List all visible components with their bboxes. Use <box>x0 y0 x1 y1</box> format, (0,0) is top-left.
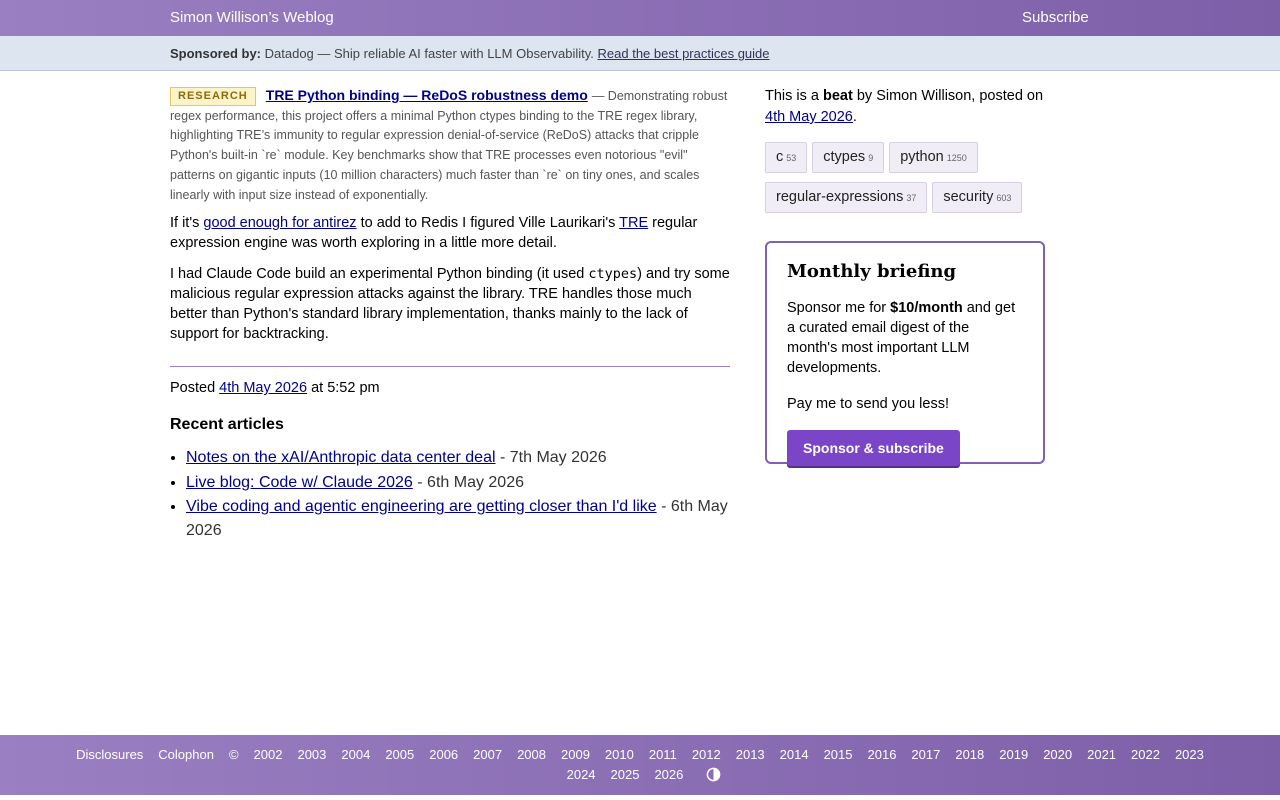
footer-link-2025[interactable]: 2025 <box>611 767 640 782</box>
site-header: Simon Willison’s Weblog Subscribe <box>0 0 1280 36</box>
ctypes-code: ctypes <box>588 266 638 283</box>
footer-link-2009[interactable]: 2009 <box>561 747 590 762</box>
list-item: Notes on the xAI/Anthropic data center d… <box>186 446 730 470</box>
tag-python[interactable]: python 1250 <box>889 142 978 173</box>
tag-list: c 53 ctypes 9 python 1250 regular-expressions 3… <box>765 142 1045 222</box>
footer-link-2021[interactable]: 2021 <box>1087 747 1116 762</box>
site-footer: Disclosures Colophon © 2002 2003 2004 2005 2006… <box>0 735 1280 795</box>
footer-link-2020[interactable]: 2020 <box>1043 747 1072 762</box>
divider <box>170 366 730 368</box>
sponsor-bar: Sponsored by: Datadog — Ship reliable AI… <box>0 36 1280 71</box>
paragraph-1: If it's good enough for antirez to add t… <box>170 213 730 253</box>
subscribe-link[interactable]: Subscribe <box>1022 9 1089 26</box>
list-item: Vibe coding and agentic engineering are … <box>186 495 730 543</box>
recent-article-date: - 6th May 2026 <box>412 473 524 491</box>
sponsor-link[interactable]: Read the best practices guide <box>598 46 770 61</box>
footer-link-2013[interactable]: 2013 <box>736 747 765 762</box>
beat-meta: This is a beat by Simon Willison, posted… <box>765 86 1045 128</box>
list-item: Live blog: Code w/ Claude 2026 - 6th May… <box>186 471 730 495</box>
tag-name: c <box>776 149 784 165</box>
footer-link-2007[interactable]: 2007 <box>473 747 502 762</box>
tag-ctypes[interactable]: ctypes 9 <box>812 142 885 173</box>
tag-c[interactable]: c 53 <box>765 142 808 173</box>
tag-security[interactable]: security 603 <box>932 182 1023 213</box>
paragraph-2: I had Claude Code build an experimental … <box>170 264 730 344</box>
footer-link-2014[interactable]: 2014 <box>780 747 809 762</box>
beat-entry: RESEARCH TRE Python binding — ReDoS robu… <box>170 86 730 205</box>
briefing-text-1: Sponsor me for <box>787 300 891 316</box>
footer-link-2004[interactable]: 2004 <box>341 747 370 762</box>
briefing-title: Monthly briefing <box>787 261 957 282</box>
tag-name: ctypes <box>823 149 866 165</box>
para1-text-1: If it's <box>170 215 204 232</box>
footer-link-2016[interactable]: 2016 <box>868 747 897 762</box>
sidebar: This is a beat by Simon Willison, posted… <box>765 86 1045 466</box>
sponsor-text: Datadog — Ship reliable AI faster with L… <box>264 46 594 61</box>
footer-link-2026[interactable]: 2026 <box>654 767 683 782</box>
footer-link-2017[interactable]: 2017 <box>911 747 940 762</box>
footer-link-2022[interactable]: 2022 <box>1131 747 1160 762</box>
main-content: RESEARCH TRE Python binding — ReDoS robu… <box>170 86 730 544</box>
research-badge[interactable]: RESEARCH <box>170 87 256 106</box>
footer-link-2002[interactable]: 2002 <box>254 747 283 762</box>
footer-row-1: Disclosures Colophon © 2002 2003 2004 2005 2006… <box>0 747 1280 762</box>
tag-name: regular-expressions <box>776 189 904 205</box>
tag-name: python <box>900 149 944 165</box>
posted-date-link[interactable]: 4th May 2026 <box>219 380 307 396</box>
beat-title-link[interactable]: TRE Python binding — ReDoS robustness de… <box>266 87 588 103</box>
footer-link-2024[interactable]: 2024 <box>567 767 596 782</box>
recent-articles-heading: Recent articles <box>170 416 284 434</box>
footer-link-2012[interactable]: 2012 <box>692 747 721 762</box>
tag-count: 9 <box>868 153 874 163</box>
sponsor-label: Sponsored by: <box>170 46 262 61</box>
recent-article-link[interactable]: Live blog: Code w/ Claude 2026 <box>186 474 413 491</box>
footer-link-2015[interactable]: 2015 <box>824 747 853 762</box>
footer-link-2010[interactable]: 2010 <box>605 747 634 762</box>
briefing-text: Sponsor me for $10/month and get a curat… <box>787 298 1023 378</box>
tag-count: 53 <box>786 153 797 163</box>
meta-text-2: by Simon Willison, posted on <box>852 88 1044 104</box>
footer-link-2019[interactable]: 2019 <box>999 747 1028 762</box>
footer-link-2005[interactable]: 2005 <box>385 747 414 762</box>
meta-date-link[interactable]: 4th May 2026 <box>765 109 853 125</box>
site-title-link[interactable]: Simon Willison’s Weblog <box>170 9 334 26</box>
sponsor-subscribe-button[interactable]: Sponsor & subscribe <box>787 430 960 466</box>
footer-link-colophon[interactable]: Colophon <box>158 747 214 762</box>
tag-count: 603 <box>996 193 1012 203</box>
recent-article-link[interactable]: Notes on the xAI/Anthropic data center d… <box>186 449 496 466</box>
para1-text-2: to add to Redis I figured Ville Laurikar… <box>356 215 620 232</box>
footer-link-2023[interactable]: 2023 <box>1175 747 1204 762</box>
briefing-price: $10/month <box>890 300 963 316</box>
antirez-link[interactable]: good enough for antirez <box>203 215 356 231</box>
footer-link-disclosures[interactable]: Disclosures <box>76 747 143 762</box>
footer-link-2006[interactable]: 2006 <box>429 747 458 762</box>
monthly-briefing-box: Monthly briefing Sponsor me for $10/mont… <box>765 241 1045 466</box>
contrast-icon[interactable] <box>706 767 721 782</box>
para2-text-1: I had Claude Code build an experimental … <box>170 266 589 283</box>
posted-line: Posted 4th May 2026 at 5:52 pm <box>170 378 730 398</box>
meta-bold: beat <box>823 88 853 104</box>
footer-row-2: 2024 2025 2026 <box>0 767 1280 782</box>
footer-link-2008[interactable]: 2008 <box>517 747 546 762</box>
posted-prefix: Posted <box>170 380 220 397</box>
meta-end: . <box>852 109 857 125</box>
tag-count: 37 <box>906 193 917 203</box>
tre-link[interactable]: TRE <box>619 215 648 231</box>
footer-link-2003[interactable]: 2003 <box>297 747 326 762</box>
briefing-tagline: Pay me to send you less! <box>787 396 949 412</box>
recent-article-link[interactable]: Vibe coding and agentic engineering are … <box>186 498 657 515</box>
meta-text-1: This is a <box>765 88 824 104</box>
tag-name: security <box>943 189 994 205</box>
copyright-symbol: © <box>228 747 239 762</box>
tag-regular-expressions[interactable]: regular-expressions 37 <box>765 182 928 213</box>
recent-article-date: - 7th May 2026 <box>495 449 607 467</box>
recent-articles-list: Notes on the xAI/Anthropic data center d… <box>170 446 730 543</box>
posted-time: at 5:52 pm <box>307 380 380 397</box>
footer-link-2018[interactable]: 2018 <box>955 747 984 762</box>
footer-link-2011[interactable]: 2011 <box>649 747 677 762</box>
tag-count: 1250 <box>946 153 967 163</box>
